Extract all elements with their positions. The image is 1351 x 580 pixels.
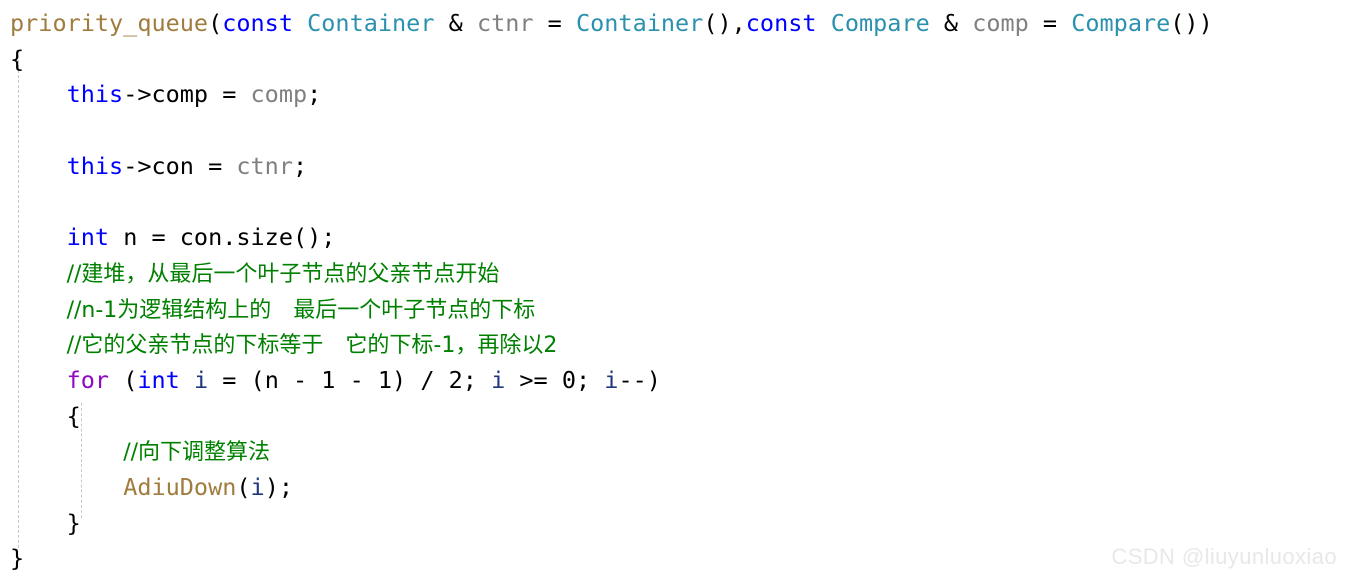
- token-param: ctnr: [236, 151, 293, 180]
- token-plain: = (n - 1 - 1) / 2;: [208, 365, 492, 394]
- token-plain: {: [10, 401, 81, 430]
- token-type: Container: [575, 9, 704, 37]
- token-keyword: int: [137, 365, 180, 394]
- token-local: i: [193, 365, 209, 394]
- token-plain: (),: [703, 9, 746, 37]
- token-plain: (: [208, 9, 223, 37]
- token-plain: }: [10, 508, 81, 537]
- line-15-inner-close-brace[interactable]: }: [0, 506, 1213, 542]
- code-editor[interactable]: priority_queue(const Container & ctnr = …: [0, 0, 1351, 580]
- line-10-comment-parent-index[interactable]: //它的父亲节点的下标等于 它的下标-1，再除以2: [0, 327, 1213, 363]
- token-param: ctnr: [476, 9, 534, 37]
- token-plain: n = con.size();: [109, 223, 336, 252]
- token-comment: //向下调整算法: [123, 440, 271, 466]
- token-comment: //建堆，从最后一个叶子节点的父亲节点开始: [66, 261, 500, 287]
- line-2-open-brace[interactable]: {: [0, 42, 1213, 78]
- line-4-blank[interactable]: [0, 113, 1213, 149]
- line-8-comment-build-heap[interactable]: //建堆，从最后一个叶子节点的父亲节点开始: [0, 256, 1213, 292]
- line-5-assign-con[interactable]: this->con = ctnr;: [0, 149, 1213, 185]
- token-type: Compare: [830, 9, 930, 37]
- token-local: i: [604, 365, 619, 394]
- token-param: comp: [972, 9, 1029, 37]
- token-comment: //n-1为逻辑结构上的 最后一个叶子节点的下标: [66, 297, 536, 323]
- token-plain: =: [533, 9, 576, 37]
- token-control: for: [66, 365, 110, 394]
- token-keyword: this: [66, 80, 124, 109]
- code-line-list: priority_queue(const Container & ctnr = …: [0, 0, 1213, 577]
- token-local: i: [491, 365, 506, 394]
- line-3-assign-comp[interactable]: this->comp = comp;: [0, 77, 1213, 113]
- token-keyword: const: [745, 9, 817, 37]
- token-local: i: [250, 472, 265, 501]
- token-plain: {: [10, 44, 25, 73]
- token-plain: &: [929, 9, 973, 37]
- line-9-comment-last-leaf-index[interactable]: //n-1为逻辑结构上的 最后一个叶子节点的下标: [0, 292, 1213, 328]
- token-param: comp: [250, 80, 308, 109]
- token-keyword: int: [66, 223, 110, 252]
- line-16-close-brace[interactable]: }: [0, 541, 1213, 577]
- line-1-signature[interactable]: priority_queue(const Container & ctnr = …: [0, 6, 1213, 42]
- line-14-call-adiudown[interactable]: AdiuDown(i);: [0, 470, 1213, 506]
- token-plain: >= 0;: [505, 365, 605, 394]
- token-comment: //它的父亲节点的下标等于 它的下标-1，再除以2: [66, 333, 558, 359]
- token-plain: --): [618, 365, 661, 394]
- token-plain: );: [264, 472, 293, 501]
- token-keyword: const: [222, 9, 293, 37]
- token-plain: ;: [292, 151, 308, 180]
- token-type: Container: [307, 9, 435, 37]
- csdn-watermark: CSDN @liuyunluoxiao: [1111, 544, 1337, 569]
- token-plain: (: [109, 365, 138, 394]
- token-func: AdiuDown: [123, 472, 237, 501]
- token-plain: (: [236, 472, 251, 501]
- token-func: priority_queue: [10, 9, 209, 37]
- token-plain: ()): [1170, 9, 1213, 37]
- line-11-for-loop[interactable]: for (int i = (n - 1 - 1) / 2; i >= 0; i-…: [0, 363, 1213, 399]
- token-plain: ;: [307, 80, 322, 109]
- token-plain: }: [10, 544, 25, 573]
- line-13-comment-adjust-down[interactable]: //向下调整算法: [0, 434, 1213, 470]
- line-6-blank[interactable]: [0, 184, 1213, 220]
- token-plain: ->con =: [123, 151, 237, 180]
- token-plain: =: [1028, 9, 1072, 37]
- token-type: Compare: [1071, 9, 1171, 37]
- line-12-inner-open-brace[interactable]: {: [0, 399, 1213, 435]
- token-plain: &: [434, 9, 477, 37]
- line-7-int-n[interactable]: int n = con.size();: [0, 220, 1213, 256]
- token-plain: ->comp =: [123, 80, 251, 109]
- token-keyword: this: [66, 151, 124, 180]
